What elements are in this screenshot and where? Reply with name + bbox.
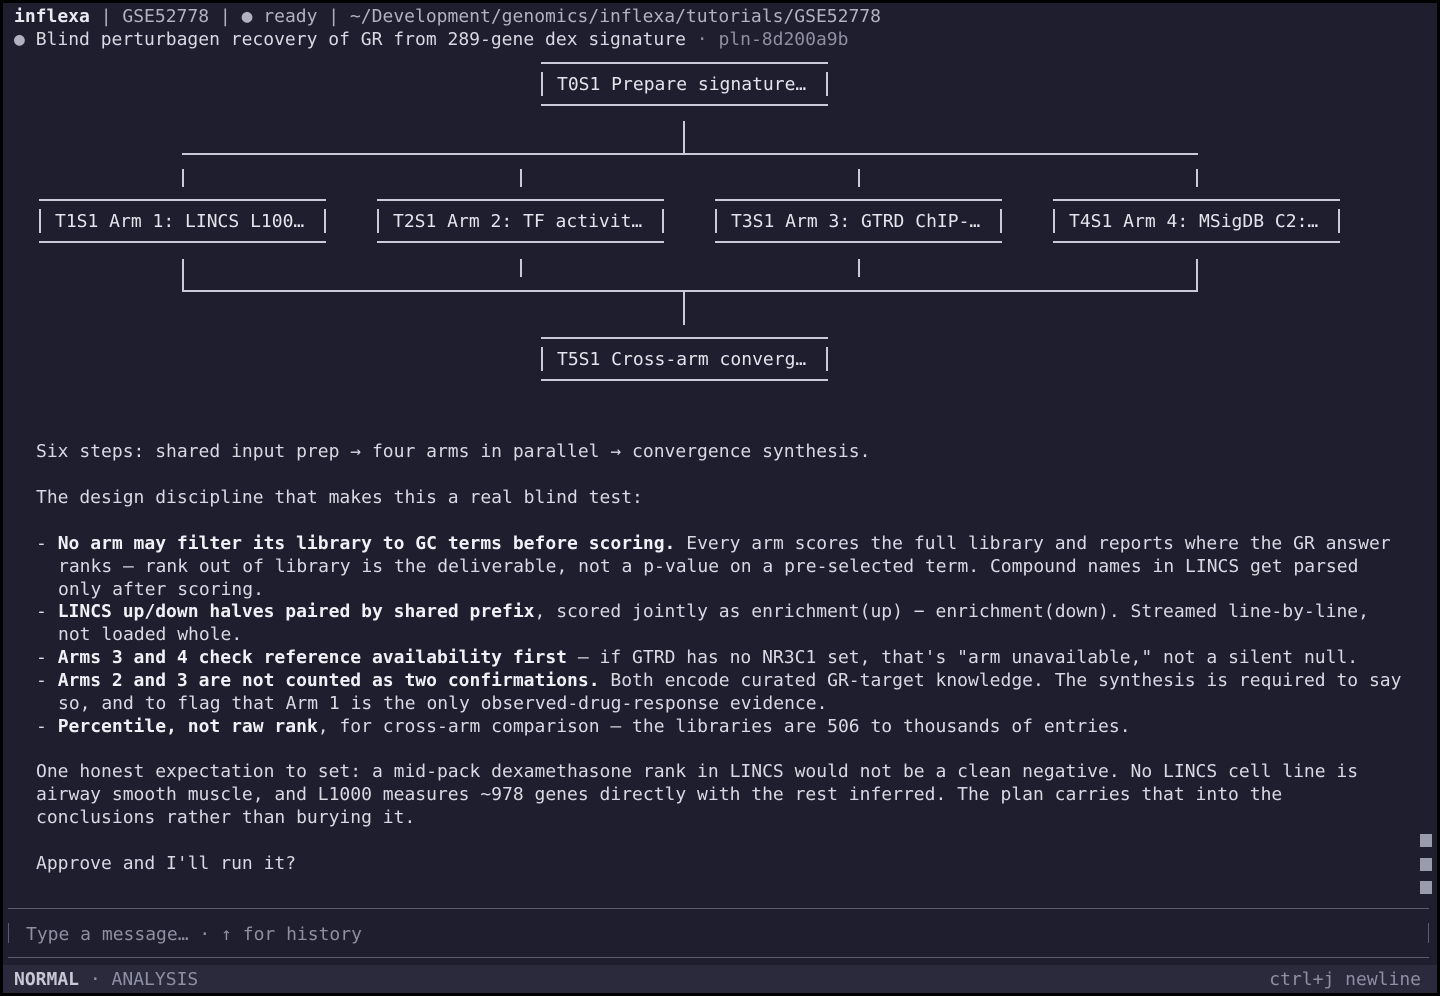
wire [182, 259, 184, 277]
expectation-line: conclusions rather than burying it. [36, 807, 416, 828]
list-item: - LINCS up/down halves paired by shared … [36, 601, 1369, 622]
expectation-line: One honest expectation to set: a mid-pac… [36, 761, 1359, 782]
scrollbar-thumb[interactable] [1420, 858, 1432, 871]
list-item-continuation: only after scoring. [58, 579, 264, 600]
app-name: inflexa [14, 6, 90, 27]
message-input-box [8, 908, 1429, 958]
scrollbar-thumb[interactable] [1420, 834, 1432, 847]
terminal-window: inflexa | GSE52778 | ● ready | ~/Develop… [3, 3, 1437, 993]
wire [858, 169, 860, 187]
status-bar [3, 965, 1437, 993]
plan-summary: Six steps: shared input prep → four arms… [36, 441, 871, 462]
plan-node-root[interactable]: T0S1 Prepare signature… [541, 62, 828, 106]
wire [1196, 169, 1198, 187]
wire [520, 259, 522, 277]
scrollbar-thumb[interactable] [1420, 881, 1432, 894]
list-item: - Percentile, not raw rank, for cross-ar… [36, 716, 1131, 737]
dataset-id: GSE52778 [122, 6, 210, 27]
approval-question: Approve and I'll run it? [36, 853, 297, 874]
list-item-continuation: not loaded whole. [58, 624, 243, 645]
wire [182, 290, 1198, 292]
plan-status-dot-icon: ● [14, 29, 25, 50]
wire [858, 259, 860, 277]
list-item: - No arm may filter its library to GC te… [36, 533, 1391, 554]
wire [520, 169, 522, 187]
mode-indicator: NORMAL [14, 969, 80, 990]
wire [683, 121, 685, 154]
plan-id: pln-8d200a9b [718, 29, 849, 50]
list-item-continuation: ranks — rank out of library is the deliv… [58, 556, 1359, 577]
status-mode-group: NORMAL · ANALYSIS [14, 969, 199, 990]
wire [683, 292, 685, 325]
wire [1196, 259, 1198, 292]
plan-title-bar: ● Blind perturbagen recovery of GR from … [14, 29, 849, 50]
plan-title: Blind perturbagen recovery of GR from 28… [35, 29, 686, 50]
plan-node-arm-4[interactable]: T4S1 Arm 4: MSigDB C2:… [1053, 199, 1340, 243]
expectation-line: airway smooth muscle, and L1000 measures… [36, 784, 1283, 805]
view-indicator: ANALYSIS [111, 969, 199, 990]
working-path: ~/Development/genomics/inflexa/tutorials… [349, 6, 881, 27]
wire [182, 153, 1198, 155]
plan-node-sink[interactable]: T5S1 Cross-arm converg… [541, 337, 828, 381]
header-bar: inflexa | GSE52778 | ● ready | ~/Develop… [14, 6, 881, 27]
plan-intro: The design discipline that makes this a … [36, 487, 643, 508]
keybind-hint: ctrl+j newline [1269, 969, 1421, 990]
list-item-continuation: so, and to flag that Arm 1 is the only o… [58, 693, 828, 714]
list-item: - Arms 3 and 4 check reference availabil… [36, 647, 1359, 668]
wire [182, 169, 184, 187]
message-input[interactable] [24, 921, 1408, 947]
status-ready: ● ready [241, 6, 318, 27]
plan-node-arm-1[interactable]: T1S1 Arm 1: LINCS L100… [39, 199, 326, 243]
plan-node-arm-3[interactable]: T3S1 Arm 3: GTRD ChIP-… [715, 199, 1002, 243]
plan-node-arm-2[interactable]: T2S1 Arm 2: TF activit… [377, 199, 664, 243]
list-item: - Arms 2 and 3 are not counted as two co… [36, 670, 1402, 691]
